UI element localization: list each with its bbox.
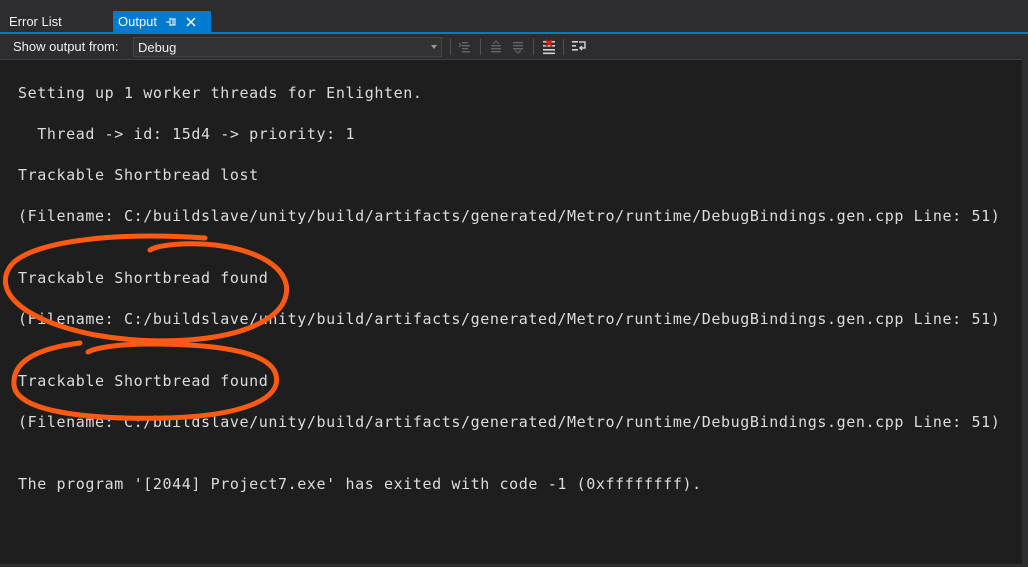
window-right-edge [1022,34,1028,567]
output-line: (Filename: C:/buildslave/unity/build/art… [18,207,1001,225]
output-line: Trackable Shortbread found [18,372,269,390]
show-output-from-label: Show output from: [13,39,119,54]
output-window: Error List Output Show output from: Debu… [0,0,1028,567]
toolbar-separator [480,39,481,55]
go-to-next-message-button[interactable] [509,38,527,56]
output-text-area[interactable]: Setting up 1 worker threads for Enlighte… [0,61,1022,564]
close-icon[interactable] [185,16,197,28]
output-line: (Filename: C:/buildslave/unity/build/art… [18,310,1001,328]
output-line: Thread -> id: 15d4 -> priority: 1 [18,125,356,143]
go-to-previous-message-icon [491,40,501,53]
toolbar-separator [450,39,451,55]
pin-icon[interactable] [165,17,177,27]
find-message-in-code-button[interactable] [456,38,474,56]
tool-window-tab-strip: Error List Output [0,0,1028,34]
toolbar-separator [563,39,564,55]
go-to-next-message-icon [513,42,523,54]
tab-output[interactable]: Output [113,11,211,32]
output-line: (Filename: C:/buildslave/unity/build/art… [18,413,1001,431]
toolbar-separator [533,39,534,55]
output-source-dropdown[interactable]: Debug [133,37,442,57]
output-line: Trackable Shortbread lost [18,166,259,184]
output-source-value: Debug [138,39,177,55]
toggle-word-wrap-icon [572,41,586,51]
clear-all-icon [543,39,555,55]
tab-label: Error List [9,14,62,29]
chevron-down-icon [431,45,437,49]
tab-error-list[interactable]: Error List [0,11,113,32]
output-line: Setting up 1 worker threads for Enlighte… [18,84,423,102]
toggle-word-wrap-button[interactable] [570,38,588,56]
clear-all-button[interactable] [540,38,558,56]
output-line: Trackable Shortbread found [18,269,269,287]
find-message-in-code-icon [458,42,470,53]
tab-label: Output [118,14,158,29]
output-line: The program '[2044] Project7.exe' has ex… [18,475,702,493]
output-toolbar: Show output from: Debug [0,34,1028,60]
go-to-previous-message-button[interactable] [487,38,505,56]
